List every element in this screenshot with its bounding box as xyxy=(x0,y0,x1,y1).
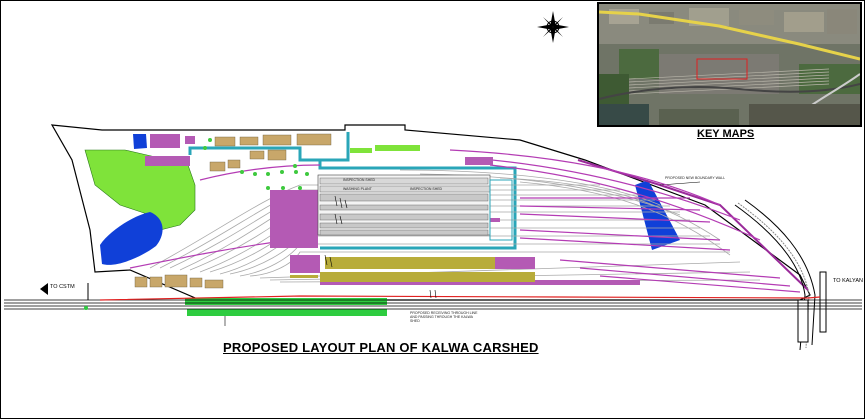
arrow-left-icon xyxy=(40,283,48,295)
green-strip-2 xyxy=(187,309,387,316)
key-map xyxy=(597,2,862,127)
olive-platform-2 xyxy=(320,272,535,282)
green-strip-1 xyxy=(185,298,387,305)
building-label-2: WASHING PLANT xyxy=(343,187,372,191)
building-purple-north xyxy=(145,156,190,166)
building-inspection-shed-west xyxy=(270,190,318,248)
south-buildings xyxy=(134,274,224,289)
boundary-wall-label: PROPOSED NEW BOUNDARY WALL xyxy=(665,176,726,180)
pond-north xyxy=(133,134,147,149)
main-line xyxy=(4,295,862,310)
track-note-label: PROPOSED RECEIVING THROUGH LINE AND PASS… xyxy=(410,311,478,323)
pond-west xyxy=(100,212,163,265)
direction-west-label: TO CSTM xyxy=(50,284,75,290)
direction-east-label: TO KALYAN xyxy=(833,278,863,284)
olive-platform-1 xyxy=(325,257,495,269)
key-map-label: KEY MAPS xyxy=(697,128,755,140)
compass-rose-icon xyxy=(537,11,569,43)
pond-east xyxy=(635,180,680,250)
building-label-1: INSPECTION SHED xyxy=(343,178,376,182)
building-label-3: INSPECTION SHED xyxy=(410,187,443,191)
plan-title: PROPOSED LAYOUT PLAN OF KALWA CARSHED xyxy=(223,340,539,355)
layout-plan-sheet: KEY MAPS TO CSTM TO KALYAN PROPOSED NEW … xyxy=(0,0,865,419)
key-map-satellite xyxy=(599,4,860,125)
main-shed xyxy=(317,174,491,236)
